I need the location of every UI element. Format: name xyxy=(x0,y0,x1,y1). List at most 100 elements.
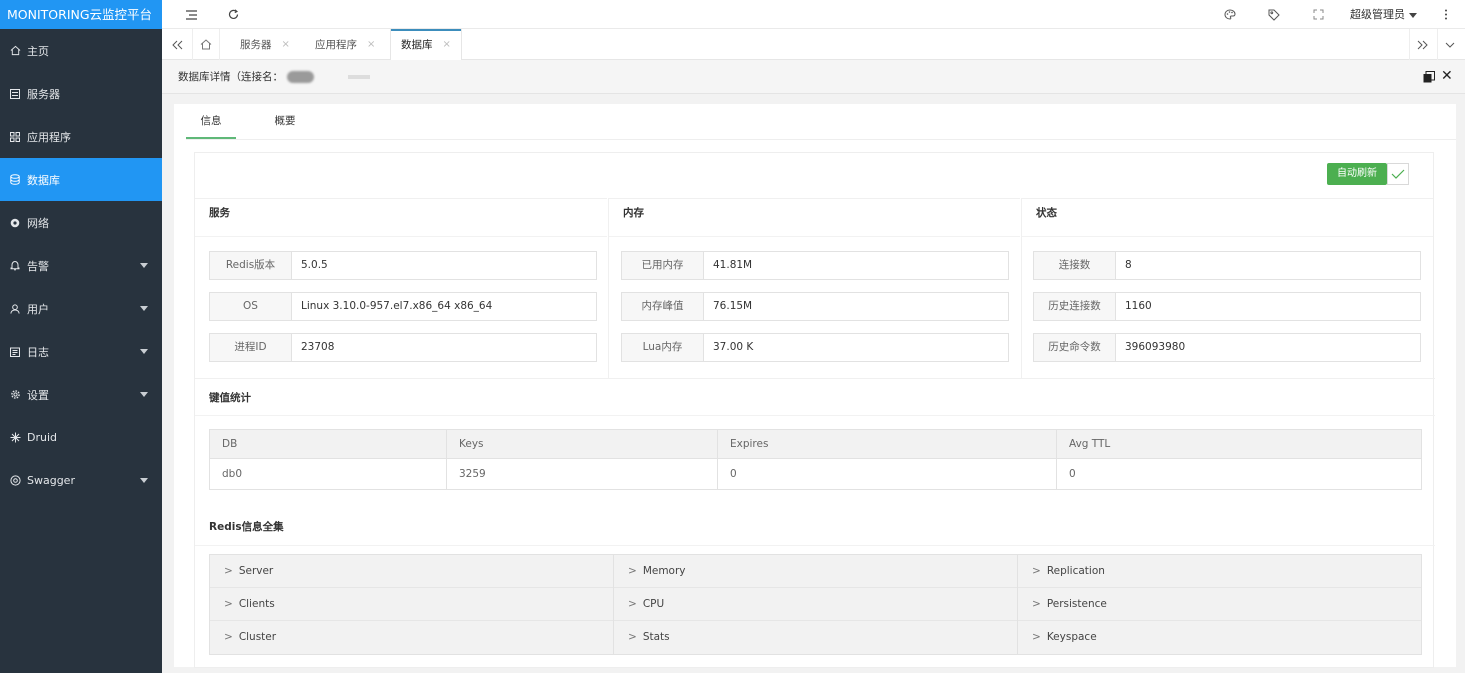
sidebar-item-settings[interactable]: 设置 xyxy=(0,373,162,416)
section-title: 服务 xyxy=(195,199,607,237)
tab-info[interactable]: 信息 xyxy=(186,104,236,139)
detail-title-text: 数据库详情（连接名： xyxy=(178,71,283,83)
column-header: Avg TTL xyxy=(1056,429,1422,459)
auto-refresh-checkbox[interactable] xyxy=(1387,163,1409,185)
druid-icon xyxy=(9,432,21,444)
collapse-item-memory[interactable]: > Memory xyxy=(614,555,1017,588)
sidebar-item-swagger[interactable]: Swagger xyxy=(0,459,162,502)
collapse-item-cpu[interactable]: > CPU xyxy=(614,588,1017,621)
chevron-down-icon xyxy=(140,306,148,311)
collapse-item-replication[interactable]: > Replication xyxy=(1018,555,1421,588)
kv-total-connections: 历史连接数 1160 xyxy=(1033,292,1421,321)
collapse-item-label: Keyspace xyxy=(1046,631,1097,643)
collapse-item-stats[interactable]: > Stats xyxy=(614,621,1017,654)
admin-menu[interactable]: 超级管理员 xyxy=(1350,0,1417,29)
kv-os: OS Linux 3.10.0-957.el7.x86_64 x86_64 xyxy=(209,292,597,321)
sidebar-item-druid[interactable]: Druid xyxy=(0,416,162,459)
kv-key: 进程ID xyxy=(210,334,292,361)
palette-icon[interactable] xyxy=(1223,0,1237,29)
tabs-scroll-left-icon[interactable] xyxy=(168,29,186,60)
tab-database[interactable]: 数据库 × xyxy=(390,29,462,60)
close-icon[interactable]: × xyxy=(367,39,375,50)
kv-value: 5.0.5 xyxy=(301,259,328,271)
sidebar-item-alerts[interactable]: 告警 xyxy=(0,244,162,287)
home-icon xyxy=(9,45,21,57)
sidebar-item-label: 告警 xyxy=(27,259,49,273)
menu-toggle-icon[interactable] xyxy=(184,0,198,29)
column-header: Expires xyxy=(717,429,1057,459)
tab-label: 服务器 xyxy=(240,39,272,51)
keystats-table: DB Keys Expires Avg TTL db0 3259 0 0 xyxy=(209,429,1422,490)
table-cell: db0 xyxy=(209,458,447,490)
table-header-row: DB Keys Expires Avg TTL xyxy=(209,429,1422,459)
app-logo[interactable]: MONITORING云监控平台 xyxy=(0,0,162,29)
table-row: db0 3259 0 0 xyxy=(209,458,1422,490)
chevron-right-icon: > xyxy=(1032,631,1041,643)
chevron-down-icon xyxy=(140,478,148,483)
sidebar-item-network[interactable]: 网络 xyxy=(0,201,162,244)
collapse-item-label: Memory xyxy=(642,565,686,577)
chevron-right-icon: > xyxy=(224,598,233,610)
restore-window-icon[interactable] xyxy=(1423,71,1435,83)
redacted-text xyxy=(348,75,370,79)
memory-section: 内存 已用内存 41.81M 内存峰值 76.15M Lua内存 37.00 K xyxy=(608,198,1020,378)
collapse-item-persistence[interactable]: > Persistence xyxy=(1018,588,1421,621)
tag-icon[interactable] xyxy=(1267,0,1281,29)
fullscreen-icon[interactable] xyxy=(1311,0,1325,29)
kv-key: 内存峰值 xyxy=(622,293,704,320)
tab-label: 应用程序 xyxy=(315,39,357,51)
collapse-item-cluster[interactable]: > Cluster xyxy=(210,621,613,654)
sidebar-item-users[interactable]: 用户 xyxy=(0,287,162,330)
sidebar-item-home[interactable]: 主页 xyxy=(0,29,162,72)
table-cell: 0 xyxy=(1056,458,1422,490)
sidebar-item-label: 设置 xyxy=(27,388,49,402)
apps-icon xyxy=(9,131,21,143)
chevron-down-icon xyxy=(140,392,148,397)
content-card: 信息 概要 自动刷新 服务 Redis版本 5.0.5 OS Linux 3.1… xyxy=(174,104,1456,668)
collapse-item-label: Stats xyxy=(642,631,670,643)
chevron-right-icon: > xyxy=(1032,598,1041,610)
log-icon xyxy=(9,346,21,358)
table-cell: 3259 xyxy=(446,458,718,490)
caret-down-icon xyxy=(1409,12,1417,18)
close-icon[interactable]: × xyxy=(282,39,290,50)
sidebar-item-label: 服务器 xyxy=(27,87,60,101)
sidebar-item-server[interactable]: 服务器 xyxy=(0,72,162,115)
chevron-down-icon xyxy=(140,263,148,268)
tabs-scroll-right-icon[interactable] xyxy=(1409,29,1435,60)
sidebar-item-label: Swagger xyxy=(27,474,75,487)
refresh-icon[interactable] xyxy=(226,0,240,29)
redisinfo-title: Redis信息全集 xyxy=(195,508,1435,546)
auto-refresh-button[interactable]: 自动刷新 xyxy=(1327,163,1387,185)
kv-value: 23708 xyxy=(301,341,335,353)
home-tab-icon[interactable] xyxy=(192,29,220,60)
tab-overview[interactable]: 概要 xyxy=(270,104,300,139)
kv-key: 历史连接数 xyxy=(1034,293,1116,320)
chevron-right-icon: > xyxy=(224,565,233,577)
tabs-menu-chevron-down-icon[interactable] xyxy=(1437,29,1461,60)
collapse-item-server[interactable]: > Server xyxy=(210,555,613,588)
kv-key: OS xyxy=(210,293,292,320)
status-section: 状态 连接数 8 历史连接数 1160 历史命令数 396093980 xyxy=(1021,198,1433,378)
kv-key: Lua内存 xyxy=(622,334,704,361)
kv-lua-memory: Lua内存 37.00 K xyxy=(621,333,1009,362)
collapse-item-clients[interactable]: > Clients xyxy=(210,588,613,621)
close-window-icon[interactable]: ✕ xyxy=(1441,69,1453,83)
sidebar-item-apps[interactable]: 应用程序 xyxy=(0,115,162,158)
close-icon[interactable]: × xyxy=(443,39,451,50)
sidebar: MONITORING云监控平台 主页 服务器 应用程序 数据库 网络 告警 用户… xyxy=(0,0,162,673)
tab-apps[interactable]: 应用程序 × xyxy=(305,29,385,60)
tab-servers[interactable]: 服务器 × xyxy=(230,29,300,60)
chevron-right-icon: > xyxy=(224,631,233,643)
sidebar-item-label: 数据库 xyxy=(27,173,60,187)
kv-value: 8 xyxy=(1125,259,1132,271)
more-vertical-icon[interactable] xyxy=(1441,0,1451,29)
kv-value: 396093980 xyxy=(1125,341,1186,353)
collapse-item-keyspace[interactable]: > Keyspace xyxy=(1018,621,1421,654)
kv-key: 历史命令数 xyxy=(1034,334,1116,361)
collapse-item-label: Persistence xyxy=(1046,598,1107,610)
sidebar-item-database[interactable]: 数据库 xyxy=(0,158,162,201)
sidebar-item-logs[interactable]: 日志 xyxy=(0,330,162,373)
kv-value: Linux 3.10.0-957.el7.x86_64 x86_64 xyxy=(301,300,493,312)
server-icon xyxy=(9,88,21,100)
